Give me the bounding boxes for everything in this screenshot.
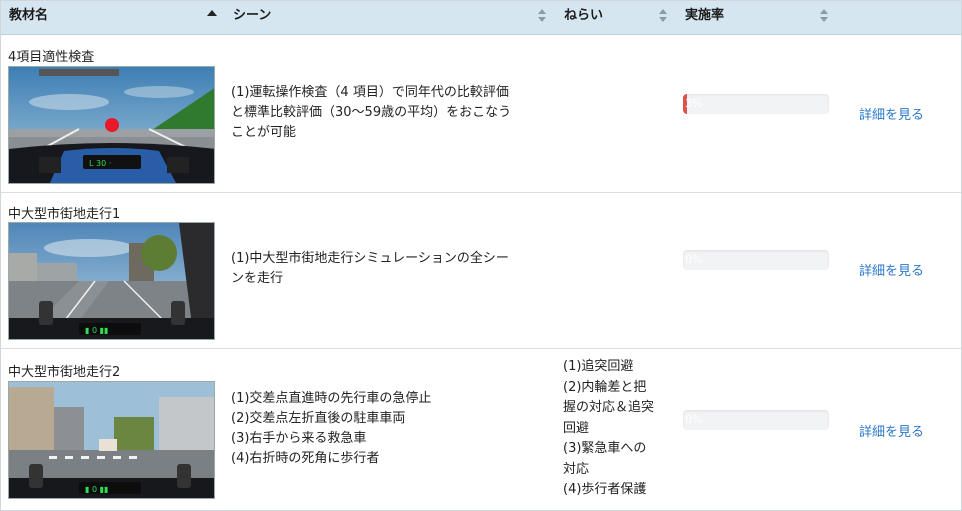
aim-line: (4)歩行者保護	[563, 482, 647, 497]
table-row: 中大型市街地走行1 ▮ 0 ▮▮ (1)中大型市街地走行シミュレーションの全シー…	[1, 193, 961, 349]
scene-line: (3)右手から来る救急車	[231, 431, 367, 446]
scene-text: (1)中大型市街地走行シミュレーションの全シー ンを走行	[231, 249, 551, 289]
material-title: 4項目適性検査	[8, 50, 95, 65]
table-row: 4項目適性検査 L 30 · (1)運転操作検査（4 項目）で同年代の比較評価 …	[1, 36, 961, 193]
material-title: 中大型市街地走行2	[8, 365, 121, 380]
svg-text:▮ 0 ▮▮: ▮ 0 ▮▮	[85, 485, 108, 494]
svg-text:▮ 0 ▮▮: ▮ 0 ▮▮	[85, 326, 108, 335]
scene-line: ンを走行	[231, 271, 284, 286]
sort-both-icon[interactable]	[538, 7, 548, 27]
scene-line: (1)運転操作検査（4 項目）で同年代の比較評価	[231, 85, 509, 100]
scene-text: (1)交差点直進時の先行車の急停止 (2)交差点左折直後の駐車車両 (3)右手か…	[231, 389, 551, 469]
column-header-material[interactable]: 教材名	[9, 1, 48, 35]
detail-link[interactable]: 詳細を見る	[859, 104, 924, 123]
material-thumbnail[interactable]: ▮ 0 ▮▮	[8, 381, 215, 499]
column-header-label: ねらい	[564, 8, 604, 23]
aim-line: (1)追突回避	[563, 359, 634, 374]
material-title: 中大型市街地走行1	[8, 207, 121, 222]
svg-text:L 30 ·: L 30 ·	[89, 159, 111, 168]
material-thumbnail[interactable]: ▮ 0 ▮▮	[8, 222, 215, 340]
progress-bar: 3%	[683, 94, 829, 114]
detail-link[interactable]: 詳細を見る	[859, 260, 924, 279]
scene-text: (1)運転操作検査（4 項目）で同年代の比較評価 と標準比較評価（30～59歳の…	[231, 83, 551, 143]
scene-line: ことが可能	[231, 125, 297, 140]
aim-text: (1)追突回避 (2)内輪差と把 握の対応＆追突 回避 (3)緊急車への 対応 …	[563, 357, 675, 501]
sort-asc-icon[interactable]	[207, 7, 217, 27]
aim-line: 対応	[563, 461, 590, 477]
scene-line: (2)交差点左折直後の駐車車両	[231, 411, 406, 426]
table-row: 中大型市街地走行2 ▮ 0 ▮▮ (1)交差点直進時の先行車の急停止 (2)交差…	[1, 349, 961, 510]
scene-line: (1)交差点直進時の先行車の急停止	[231, 391, 432, 406]
column-header-label: シーン	[233, 8, 272, 23]
progress-label: 3%	[685, 97, 703, 110]
progress-label: 0%	[685, 253, 703, 266]
material-thumbnail[interactable]: L 30 ·	[8, 66, 215, 184]
progress-bar: 0%	[683, 410, 829, 430]
aim-line: (3)緊急車への	[563, 441, 647, 456]
progress-label: 0%	[685, 413, 703, 426]
column-header-rate[interactable]: 実施率	[685, 1, 724, 35]
column-header-label: 教材名	[9, 8, 49, 23]
column-header-label: 実施率	[685, 8, 725, 23]
materials-table: 教材名 シーン ねらい 実施率 4項目適性検査 L 30 · (1)運転操作検査…	[0, 0, 962, 511]
scene-line: (4)右折時の死角に歩行者	[231, 451, 380, 466]
scene-line: (1)中大型市街地走行シミュレーションの全シー	[231, 251, 509, 266]
column-header-aim[interactable]: ねらい	[564, 1, 603, 35]
progress-bar: 0%	[683, 250, 829, 270]
aim-line: 回避	[563, 420, 590, 436]
table-header: 教材名 シーン ねらい 実施率	[1, 1, 961, 35]
detail-link[interactable]: 詳細を見る	[859, 421, 924, 440]
sort-both-icon[interactable]	[820, 7, 830, 27]
aim-line: (2)内輪差と把	[563, 379, 647, 395]
sort-both-icon[interactable]	[659, 7, 669, 27]
aim-line: 握の対応＆追突	[563, 400, 655, 415]
column-header-scene[interactable]: シーン	[233, 1, 271, 35]
scene-line: と標準比較評価（30～59歳の平均）をおこなう	[231, 105, 512, 120]
